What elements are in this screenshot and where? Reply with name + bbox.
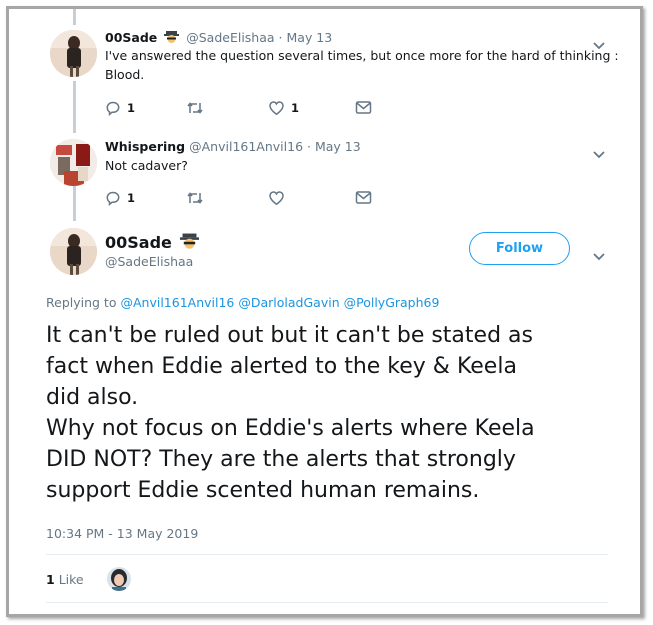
chevron-down-icon[interactable] bbox=[592, 247, 606, 261]
detective-emoji-icon bbox=[180, 231, 200, 254]
divider bbox=[46, 602, 608, 603]
like-stat-label: Like bbox=[58, 572, 84, 587]
liker-avatar[interactable] bbox=[107, 567, 131, 591]
main-tweet-text: It can't be ruled out but it can't be st… bbox=[46, 320, 626, 506]
mention-link[interactable]: @PollyGraph69 bbox=[344, 295, 440, 310]
chevron-down-icon[interactable] bbox=[592, 145, 606, 159]
replying-to: Replying to @Anvil161Anvil16 @DarloladGa… bbox=[46, 295, 439, 310]
reply-icon bbox=[106, 191, 120, 206]
tweet-text-line: It can't be ruled out but it can't be st… bbox=[46, 323, 533, 348]
main-author-handle[interactable]: @SadeElishaa bbox=[105, 254, 193, 269]
reply-button[interactable]: 1 bbox=[105, 190, 135, 206]
author-handle[interactable]: @Anvil161Anvil16 bbox=[189, 139, 303, 154]
retweet-button[interactable] bbox=[186, 190, 210, 206]
main-author-name[interactable]: 00Sade bbox=[105, 231, 202, 254]
heart-icon bbox=[269, 191, 284, 206]
tweet-screenshot-frame: 00Sade @SadeElishaa · May 13 I've answer… bbox=[6, 6, 643, 617]
tweet-text-line: did also. bbox=[46, 385, 139, 410]
reply-count: 1 bbox=[127, 191, 136, 205]
replying-to-label: Replying to bbox=[46, 295, 117, 310]
tweet-timestamp[interactable]: 10:34 PM - 13 May 2019 bbox=[46, 526, 198, 541]
follow-button[interactable]: Follow bbox=[469, 232, 570, 265]
tweet-text-line: Why not focus on Eddie's alerts where Ke… bbox=[46, 416, 535, 441]
divider bbox=[46, 554, 608, 555]
tweet-text: Not cadaver? bbox=[105, 156, 188, 175]
like-stats[interactable]: 1 Like bbox=[46, 572, 84, 587]
author-name[interactable]: 00Sade bbox=[105, 233, 172, 252]
tweet-text-line: Not cadaver? bbox=[105, 158, 188, 173]
retweet-icon bbox=[187, 192, 203, 204]
tweet-text-line: fact when Eddie alerted to the key & Kee… bbox=[46, 354, 517, 379]
like-stat-count: 1 bbox=[46, 572, 55, 587]
tweet-date[interactable]: · May 13 bbox=[307, 139, 361, 154]
tweet-text-line: DID NOT? They are the alerts that strong… bbox=[46, 447, 516, 472]
tweet-actions: 1 bbox=[105, 190, 385, 208]
mention-link[interactable]: @DarloladGavin bbox=[238, 295, 339, 310]
message-icon bbox=[355, 191, 372, 204]
tweet-header: Whispering @Anvil161Anvil16 · May 13 bbox=[105, 139, 361, 154]
tweet[interactable]: Whispering @Anvil161Anvil16 · May 13 Not… bbox=[9, 9, 640, 219]
mention-link[interactable]: @Anvil161Anvil16 bbox=[120, 295, 234, 310]
avatar[interactable] bbox=[50, 139, 97, 186]
like-button[interactable] bbox=[268, 190, 291, 206]
direct-message-button[interactable] bbox=[355, 190, 372, 205]
author-name[interactable]: Whispering bbox=[105, 139, 185, 154]
tweet-text-line: support Eddie scented human remains. bbox=[46, 478, 480, 503]
avatar[interactable] bbox=[50, 228, 97, 275]
